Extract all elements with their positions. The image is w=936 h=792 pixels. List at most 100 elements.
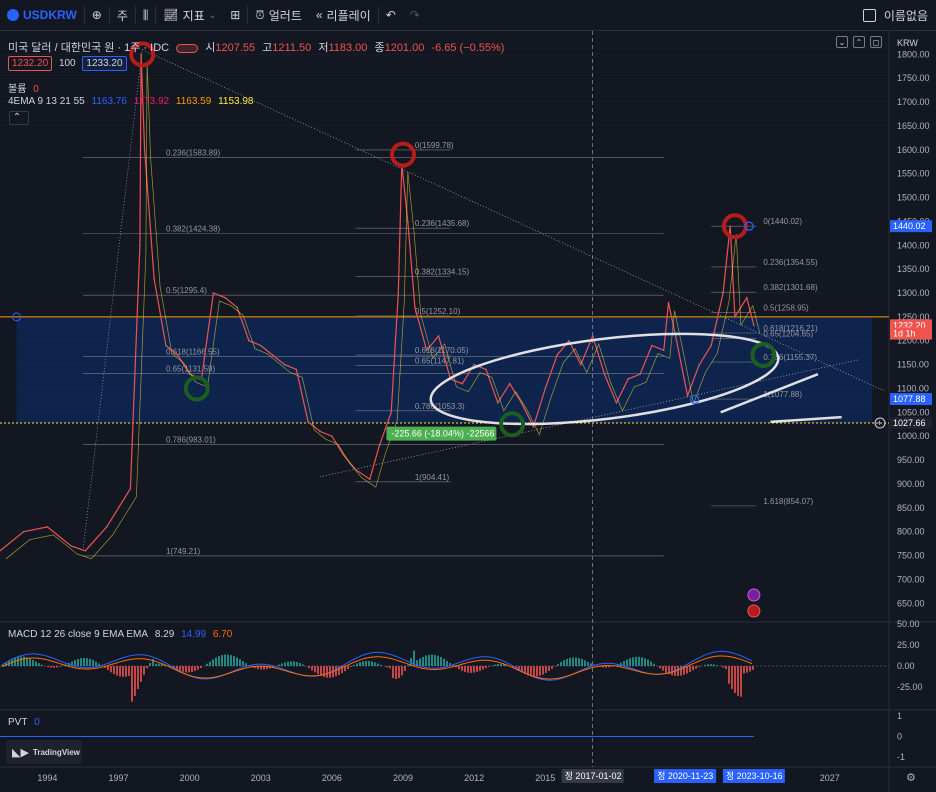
price-point <box>248 339 250 342</box>
price-point <box>485 368 487 371</box>
y-tick-label: 1150.00 <box>897 360 929 370</box>
macd-hist-value: 8.29 <box>154 629 175 640</box>
collapse-legend-button[interactable]: ⌃ <box>9 111 29 125</box>
price-point <box>734 316 736 318</box>
y-tick-label: 1650.00 <box>897 121 930 131</box>
redo-button[interactable]: ↷ <box>403 0 427 31</box>
price-point <box>508 382 511 385</box>
chart-type-button[interactable]: ⫼ <box>136 0 156 31</box>
macd-bar <box>35 661 37 666</box>
fib-right-label: 0(1440.02) <box>763 217 802 226</box>
ema55-value: 1153.98 <box>218 96 254 107</box>
macd-bar <box>191 666 193 672</box>
macd-bar <box>722 666 724 668</box>
macd-bar <box>497 664 499 666</box>
chart-area[interactable]: 1800.001750.001700.001650.001600.001550.… <box>0 31 936 792</box>
price-point <box>143 148 146 151</box>
layout-checkbox-icon[interactable] <box>862 9 876 22</box>
sell-button[interactable]: 1232.20 <box>8 56 53 71</box>
fib-right-label: 0.236(1354.55) <box>763 258 818 267</box>
top-toolbar: USDKRW ⊕ 주 ⫼ 📈︎ 지표 ⌄ ⊞ ⏰︎ 얼러트 « 리플레이 ↶ ↷… <box>0 0 936 31</box>
price-point <box>686 394 689 397</box>
macd-bar <box>488 666 490 667</box>
macd-bar <box>137 666 139 690</box>
macd-bar <box>737 666 739 696</box>
y-tick-label: 800.00 <box>897 527 925 537</box>
price-point <box>437 335 440 337</box>
price-point <box>165 344 167 347</box>
y-tick-label: 1500.00 <box>897 193 930 203</box>
replay-button[interactable]: « 리플레이 <box>309 0 378 31</box>
pane-settings-button[interactable]: ◻ <box>870 36 882 48</box>
plus-circle-icon: ⊕ <box>91 8 102 22</box>
macd-axis-label: 0.00 <box>897 661 915 671</box>
fib-mid-label: 0.236(1435.68) <box>415 219 470 228</box>
compare-button[interactable]: ⊕ <box>85 0 109 31</box>
macd-bar <box>296 661 298 666</box>
layout-name[interactable]: 이름없음 <box>884 7 928 24</box>
macd-bar <box>443 658 445 666</box>
macd-bar <box>47 666 49 668</box>
price-point <box>369 478 371 480</box>
macd-bar <box>194 666 196 672</box>
alert-button[interactable]: ⏰︎ 얼러트 <box>248 0 309 31</box>
x-tick-label: 2027 <box>820 773 840 783</box>
price-point <box>461 382 464 385</box>
macd-bar <box>536 666 538 677</box>
macd-bar <box>476 666 478 672</box>
y-tick-label: 1000.00 <box>897 431 930 441</box>
macd-bar <box>734 666 736 694</box>
macd-bar <box>29 658 31 666</box>
macd-bar <box>299 663 301 666</box>
undo-button[interactable]: ↶ <box>379 0 403 31</box>
macd-bar <box>659 666 661 669</box>
tradingview-logo[interactable]: ◣▶ TradingView <box>6 740 82 764</box>
macd-bar <box>125 666 127 677</box>
symbol-search[interactable]: USDKRW <box>0 0 84 31</box>
macd-bar <box>461 666 463 671</box>
macd-bar <box>350 666 352 667</box>
market-status-icon <box>176 43 199 53</box>
macd-bar <box>347 666 349 670</box>
date-tag-label: 정 2020-11-23 <box>657 771 713 781</box>
templates-button[interactable]: ⊞ <box>223 0 247 31</box>
replay-label: 리플레이 <box>326 8 371 23</box>
price-point <box>105 526 108 528</box>
alert-label: 얼러트 <box>268 8 302 23</box>
macd-bar <box>422 656 424 666</box>
macd-label: MACD 12 26 close 9 EMA EMA <box>8 629 149 640</box>
expand-pane-button[interactable]: ⌃ <box>853 36 865 48</box>
price-point <box>580 363 582 366</box>
price-point <box>378 444 381 447</box>
macd-bar <box>587 661 589 666</box>
macd-bar <box>539 666 541 676</box>
macd-bar <box>644 658 646 666</box>
macd-bar <box>434 654 436 666</box>
fib-mid-label: 0.5(1252.10) <box>415 307 461 316</box>
price-point <box>153 277 155 280</box>
symbol-name: USDKRW <box>23 8 77 22</box>
macd-axis-label: 25.00 <box>897 640 920 650</box>
macd-bar <box>752 666 754 670</box>
macd-bar <box>311 666 313 671</box>
price-point <box>556 354 558 356</box>
macd-bar <box>59 666 61 667</box>
macd-bar <box>467 666 469 673</box>
price-point <box>425 349 428 352</box>
macd-bar <box>86 658 88 666</box>
price-point <box>129 487 132 490</box>
macd-bar <box>398 666 400 679</box>
indicators-button[interactable]: 📈︎ 지표 ⌄ <box>156 0 223 31</box>
volume-legend: 볼륨 0 <box>8 80 43 95</box>
macd-bar <box>239 659 241 666</box>
macd-bar <box>707 664 709 666</box>
fib-left-label: 0.786(983.01) <box>166 435 216 444</box>
collapse-pane-button[interactable]: ⌄ <box>836 36 848 48</box>
macd-bar <box>374 662 376 666</box>
macd-bar <box>233 656 235 666</box>
buy-button[interactable]: 1233.20 <box>82 56 127 71</box>
currency-label[interactable]: KRW <box>897 38 918 48</box>
low-label: 저 <box>318 42 329 54</box>
interval-button[interactable]: 주 <box>110 0 135 31</box>
price-tag-label: 1d 1h <box>893 329 916 339</box>
